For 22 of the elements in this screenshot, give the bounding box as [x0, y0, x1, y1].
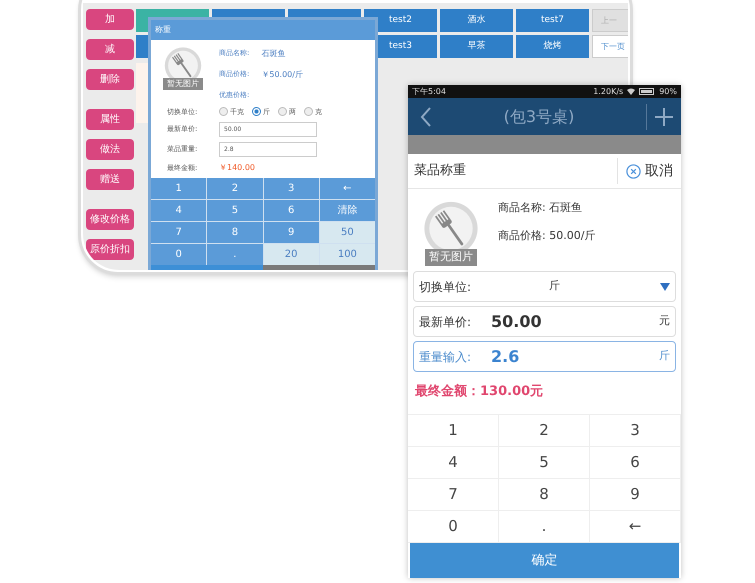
- field-value: 2.6: [491, 346, 520, 368]
- network-speed: 1.20K/s: [593, 86, 624, 98]
- status-time: 下午5:04: [412, 86, 446, 98]
- info-value: 石斑鱼: [261, 48, 286, 60]
- total-value: ￥140.00: [219, 162, 255, 174]
- field-label: 最新单价:: [419, 314, 472, 330]
- no-image-caption: 暂无图片: [425, 249, 477, 266]
- select-value: 斤: [549, 278, 561, 294]
- product-info: 商品价格: 50.00/斤: [498, 228, 596, 244]
- battery-level: 90%: [659, 86, 677, 98]
- field-unit: 元: [659, 313, 670, 330]
- field-label: 重量输入:: [419, 348, 472, 366]
- field-unit: 斤: [659, 348, 670, 364]
- header-title: (包3号桌): [502, 106, 576, 128]
- product-info: 商品名称: 石斑鱼: [498, 200, 584, 216]
- total-amount: 最终金额：130.00元: [414, 382, 544, 401]
- dialog-title: 菜品称重: [413, 162, 467, 180]
- dialog-title: 称重: [155, 24, 171, 36]
- no-image-caption: 暂无图片: [163, 78, 203, 90]
- field-value: 50.00: [491, 310, 543, 332]
- select-label: 切换单位:: [419, 278, 472, 296]
- info-value: ￥50.00/斤: [261, 69, 303, 81]
